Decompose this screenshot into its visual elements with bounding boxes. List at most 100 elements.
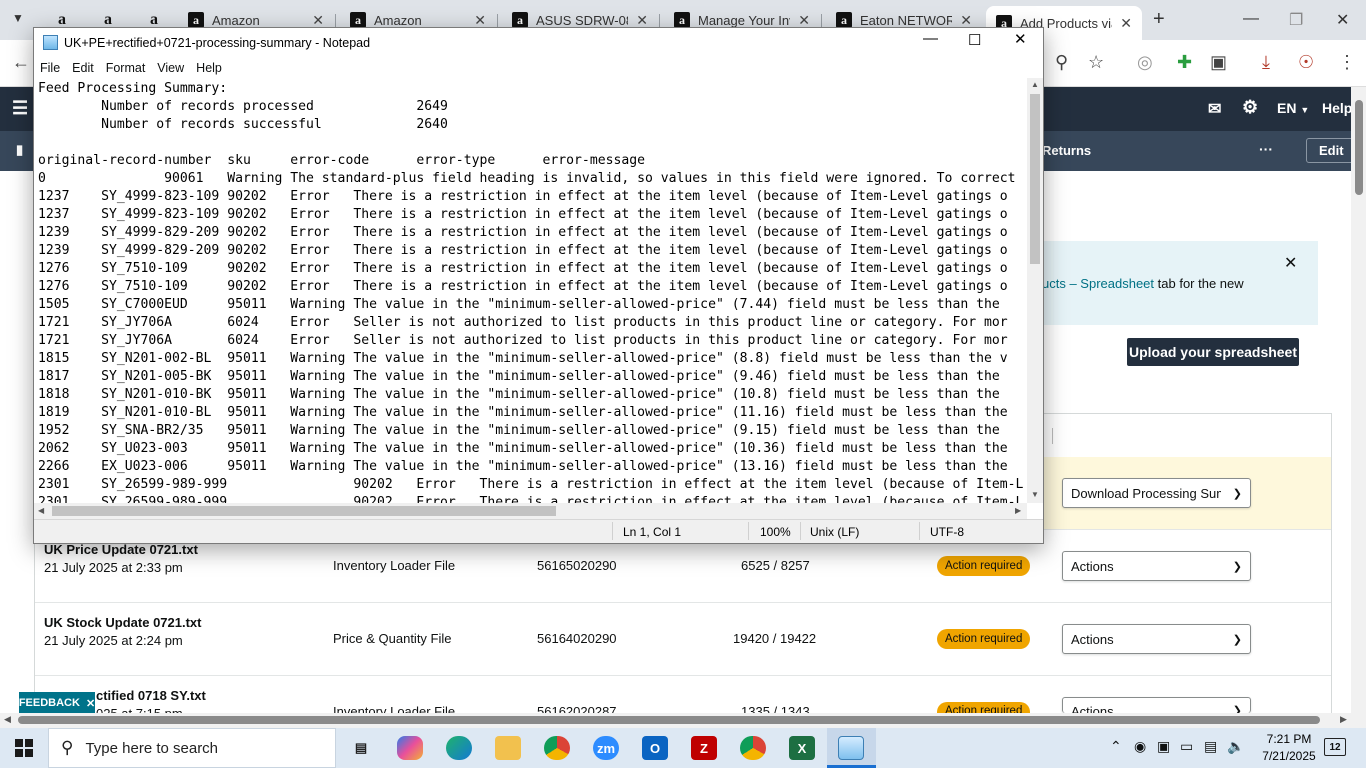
menu-view[interactable]: View xyxy=(151,58,190,78)
notepad-title-bar[interactable]: UK+PE+rectified+0721-processing-summary … xyxy=(34,28,1043,58)
language-selector[interactable]: EN ▼ xyxy=(1277,100,1309,116)
notepad-maximize-button[interactable]: ☐ xyxy=(968,31,981,49)
amazon-a-icon: a xyxy=(350,12,366,28)
hamburger-icon[interactable]: ☰ xyxy=(12,98,28,119)
file-explorer-icon[interactable] xyxy=(495,736,521,760)
page-horizontal-scroll-thumb[interactable] xyxy=(18,716,1320,724)
file-name[interactable]: UK Stock Update 0721.txt xyxy=(44,615,202,630)
notepad-text-area[interactable]: Feed Processing Summary: Number of recor… xyxy=(38,80,1024,527)
tab-search-icon[interactable]: ▼ xyxy=(12,11,24,25)
scroll-up-icon[interactable]: ▲ xyxy=(1031,80,1039,89)
banner-link[interactable]: ucts – Spreadsheet xyxy=(1042,276,1154,291)
file-name[interactable]: UK Price Update 0721.txt xyxy=(44,542,198,557)
encoding: UTF-8 xyxy=(930,525,964,539)
menu-kebab-icon[interactable]: ⋮ xyxy=(1338,52,1356,72)
copilot-icon[interactable] xyxy=(397,736,423,760)
more-icon[interactable]: ··· xyxy=(1259,141,1273,157)
minimize-button[interactable]: — xyxy=(1243,10,1259,28)
close-icon[interactable]: ✕ xyxy=(636,12,648,29)
close-window-button[interactable]: ✕ xyxy=(1336,10,1349,30)
select-value: Actions xyxy=(1071,558,1114,574)
start-button[interactable] xyxy=(0,728,48,768)
tray-battery-icon[interactable]: ▭ xyxy=(1180,738,1193,755)
close-icon[interactable]: ✕ xyxy=(960,12,972,29)
notepad-vertical-scroll-thumb[interactable] xyxy=(1030,94,1040,264)
select-value: Download Processing Sum xyxy=(1071,485,1221,501)
status-badge: Action required xyxy=(937,702,1031,713)
download-processing-select[interactable]: Download Processing Sum ❯ xyxy=(1062,478,1251,508)
extension-plus-icon[interactable]: ✚ xyxy=(1177,52,1192,72)
page-vertical-scroll-thumb[interactable] xyxy=(1355,100,1363,195)
tray-chevron-up-icon[interactable]: ⌃ xyxy=(1110,738,1122,755)
taskbar-clock[interactable]: 7:21 PM 7/21/2025 xyxy=(1258,731,1320,765)
help-link[interactable]: Help xyxy=(1322,100,1352,116)
zoom-icon[interactable]: ⚲ xyxy=(1055,52,1068,72)
tray-meet-icon[interactable]: ◉ xyxy=(1134,738,1146,755)
notepad-horizontal-scroll-thumb[interactable] xyxy=(52,506,556,516)
zoom-meetings-icon[interactable]: zm xyxy=(593,736,619,760)
file-type: Price & Quantity File xyxy=(333,631,452,646)
close-icon[interactable]: ✕ xyxy=(312,12,324,29)
batch-id: 56164020290 xyxy=(537,631,617,646)
close-icon[interactable]: ✕ xyxy=(86,697,95,710)
maximize-button[interactable]: ❐ xyxy=(1289,10,1303,30)
tray-display-icon[interactable]: ▣ xyxy=(1157,738,1170,755)
notepad-line: Feed Processing Summary: xyxy=(38,81,228,96)
notepad-close-button[interactable]: ✕ xyxy=(1014,30,1027,48)
scroll-right-icon[interactable]: ▶ xyxy=(1340,714,1347,725)
notepad-minimize-button[interactable]: — xyxy=(923,30,938,47)
batch-id: 56162020287 xyxy=(537,704,617,713)
bookmark-star-icon[interactable]: ☆ xyxy=(1088,52,1104,72)
taskbar-search-box[interactable]: ⚲ Type here to search xyxy=(48,728,336,768)
filezilla-icon[interactable]: Z xyxy=(691,736,717,760)
returns-link[interactable]: Returns xyxy=(1042,143,1091,158)
language-label: EN xyxy=(1277,100,1297,116)
actions-select[interactable]: Actions ❯ xyxy=(1062,697,1251,713)
zoom-level: 100% xyxy=(760,525,791,539)
bookmark-icon[interactable]: ▮ xyxy=(16,142,23,158)
chrome-icon[interactable] xyxy=(544,736,570,760)
excel-icon[interactable]: X xyxy=(789,736,815,760)
amazon-a-icon: a xyxy=(512,12,528,28)
menu-format[interactable]: Format xyxy=(100,58,152,78)
puzzle-icon[interactable]: ▣ xyxy=(1210,52,1227,72)
notepad-line: 0 90061 Warning The standard-plus field … xyxy=(38,171,1016,186)
banner-close-icon[interactable]: ✕ xyxy=(1284,253,1297,273)
menu-edit[interactable]: Edit xyxy=(66,58,100,78)
feedback-button[interactable]: FEEDBACK ✕ xyxy=(19,692,95,714)
scroll-down-icon[interactable]: ▼ xyxy=(1031,490,1039,499)
back-icon[interactable]: ← xyxy=(12,52,30,72)
notepad-line: 1505 SY_C7000EUD 95011 Warning The value… xyxy=(38,297,1000,312)
close-icon[interactable]: ✕ xyxy=(798,12,810,29)
notepad-line: 1276 SY_7510-109 90202 Error There is a … xyxy=(38,261,1008,276)
tray-volume-icon[interactable]: 🔈 xyxy=(1227,738,1244,755)
outlook-icon[interactable]: O xyxy=(642,736,668,760)
scroll-right-icon[interactable]: ▶ xyxy=(1015,506,1021,515)
file-name[interactable]: ctified 0718 SY.txt xyxy=(96,688,206,703)
scroll-left-icon[interactable]: ◀ xyxy=(38,506,44,515)
file-type: Inventory Loader File xyxy=(333,704,456,713)
search-icon: ⚲ xyxy=(61,738,74,757)
new-tab-button[interactable]: + xyxy=(1153,8,1165,31)
mail-icon[interactable]: ✉ xyxy=(1208,99,1221,119)
actions-select[interactable]: Actions ❯ xyxy=(1062,551,1251,581)
tray-network-icon[interactable]: ▤ xyxy=(1204,738,1217,755)
close-icon[interactable]: ✕ xyxy=(474,12,486,29)
chrome-profile-icon[interactable] xyxy=(740,736,766,760)
edit-button[interactable]: Edit xyxy=(1306,138,1357,163)
profile-icon[interactable]: ☉ xyxy=(1298,52,1314,72)
download-icon[interactable]: ⤓ xyxy=(1262,52,1270,72)
close-icon[interactable]: ✕ xyxy=(1120,15,1132,32)
edge-icon[interactable] xyxy=(446,736,472,760)
actions-select[interactable]: Actions ❯ xyxy=(1062,624,1251,654)
settings-gear-icon[interactable]: ⚙ xyxy=(1242,97,1258,118)
menu-file[interactable]: File xyxy=(34,58,66,78)
task-view-icon[interactable]: ▤ xyxy=(348,736,374,760)
globe-icon[interactable]: ◎ xyxy=(1137,52,1153,72)
notification-center-button[interactable]: 12 xyxy=(1324,738,1346,756)
upload-spreadsheet-button[interactable]: Upload your spreadsheet xyxy=(1127,338,1299,366)
clock-date: 7/21/2025 xyxy=(1262,749,1316,763)
scroll-left-icon[interactable]: ◀ xyxy=(4,714,11,725)
file-type: Inventory Loader File xyxy=(333,558,456,573)
menu-help[interactable]: Help xyxy=(190,58,228,78)
